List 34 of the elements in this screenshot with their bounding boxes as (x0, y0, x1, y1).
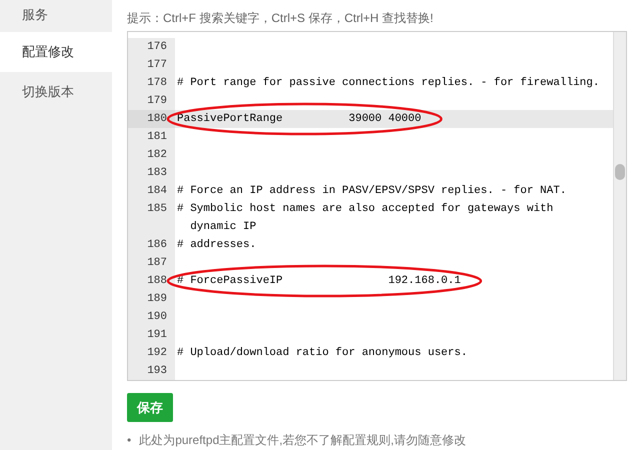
line-number: 183 (128, 164, 175, 182)
line-number: 184 (128, 182, 175, 200)
scrollbar-thumb[interactable] (615, 164, 625, 180)
hint-text: 提示：Ctrl+F 搜索关键字，Ctrl+S 保存，Ctrl+H 查找替换! (127, 10, 434, 27)
line-number: 177 (128, 56, 175, 74)
bullet-mark: • (127, 432, 132, 448)
code-editor[interactable] (127, 31, 627, 381)
note-text: 此处为pureftpd主配置文件,若您不了解配置规则,请勿随意修改 (139, 432, 466, 448)
line-number: 181 (128, 128, 175, 146)
line-number: 178 (128, 74, 175, 92)
line-number: 185 (128, 200, 175, 236)
line-number: 176 (128, 38, 175, 56)
line-number: 188 (128, 272, 175, 290)
line-number: 180 (128, 110, 175, 128)
sidebar-item[interactable]: 配置修改 (0, 32, 112, 72)
code-text: # Upload/download ratio for anonymous users. (177, 346, 468, 361)
line-number: 190 (128, 308, 175, 326)
line-number: 193 (128, 362, 175, 380)
line-number: 186 (128, 236, 175, 254)
code-text: PassivePortRange 39000 40000 (177, 112, 422, 127)
code-text: # Port range for passive connections replies. - for firewalling. (177, 76, 600, 91)
scrollbar[interactable] (613, 32, 626, 380)
code-text: # ForcePassiveIP 192.168.0.1 (177, 274, 462, 289)
code-text: # addresses. (177, 238, 258, 253)
line-number: 191 (128, 326, 175, 344)
line-number: 187 (128, 254, 175, 272)
sidebar-item[interactable]: 切换版本 (0, 72, 112, 112)
line-number: 182 (128, 146, 175, 164)
code-text: # Symbolic host names are also accepted for gateways with dynamic IP (177, 202, 554, 235)
sidebar-item[interactable]: 服务 (0, 0, 112, 32)
code-text: # Force an IP address in PASV/EPSV/SPSV replies. - for NAT. (177, 184, 568, 199)
line-number: 192 (128, 344, 175, 362)
line-number: 189 (128, 290, 175, 308)
line-number: 179 (128, 92, 175, 110)
